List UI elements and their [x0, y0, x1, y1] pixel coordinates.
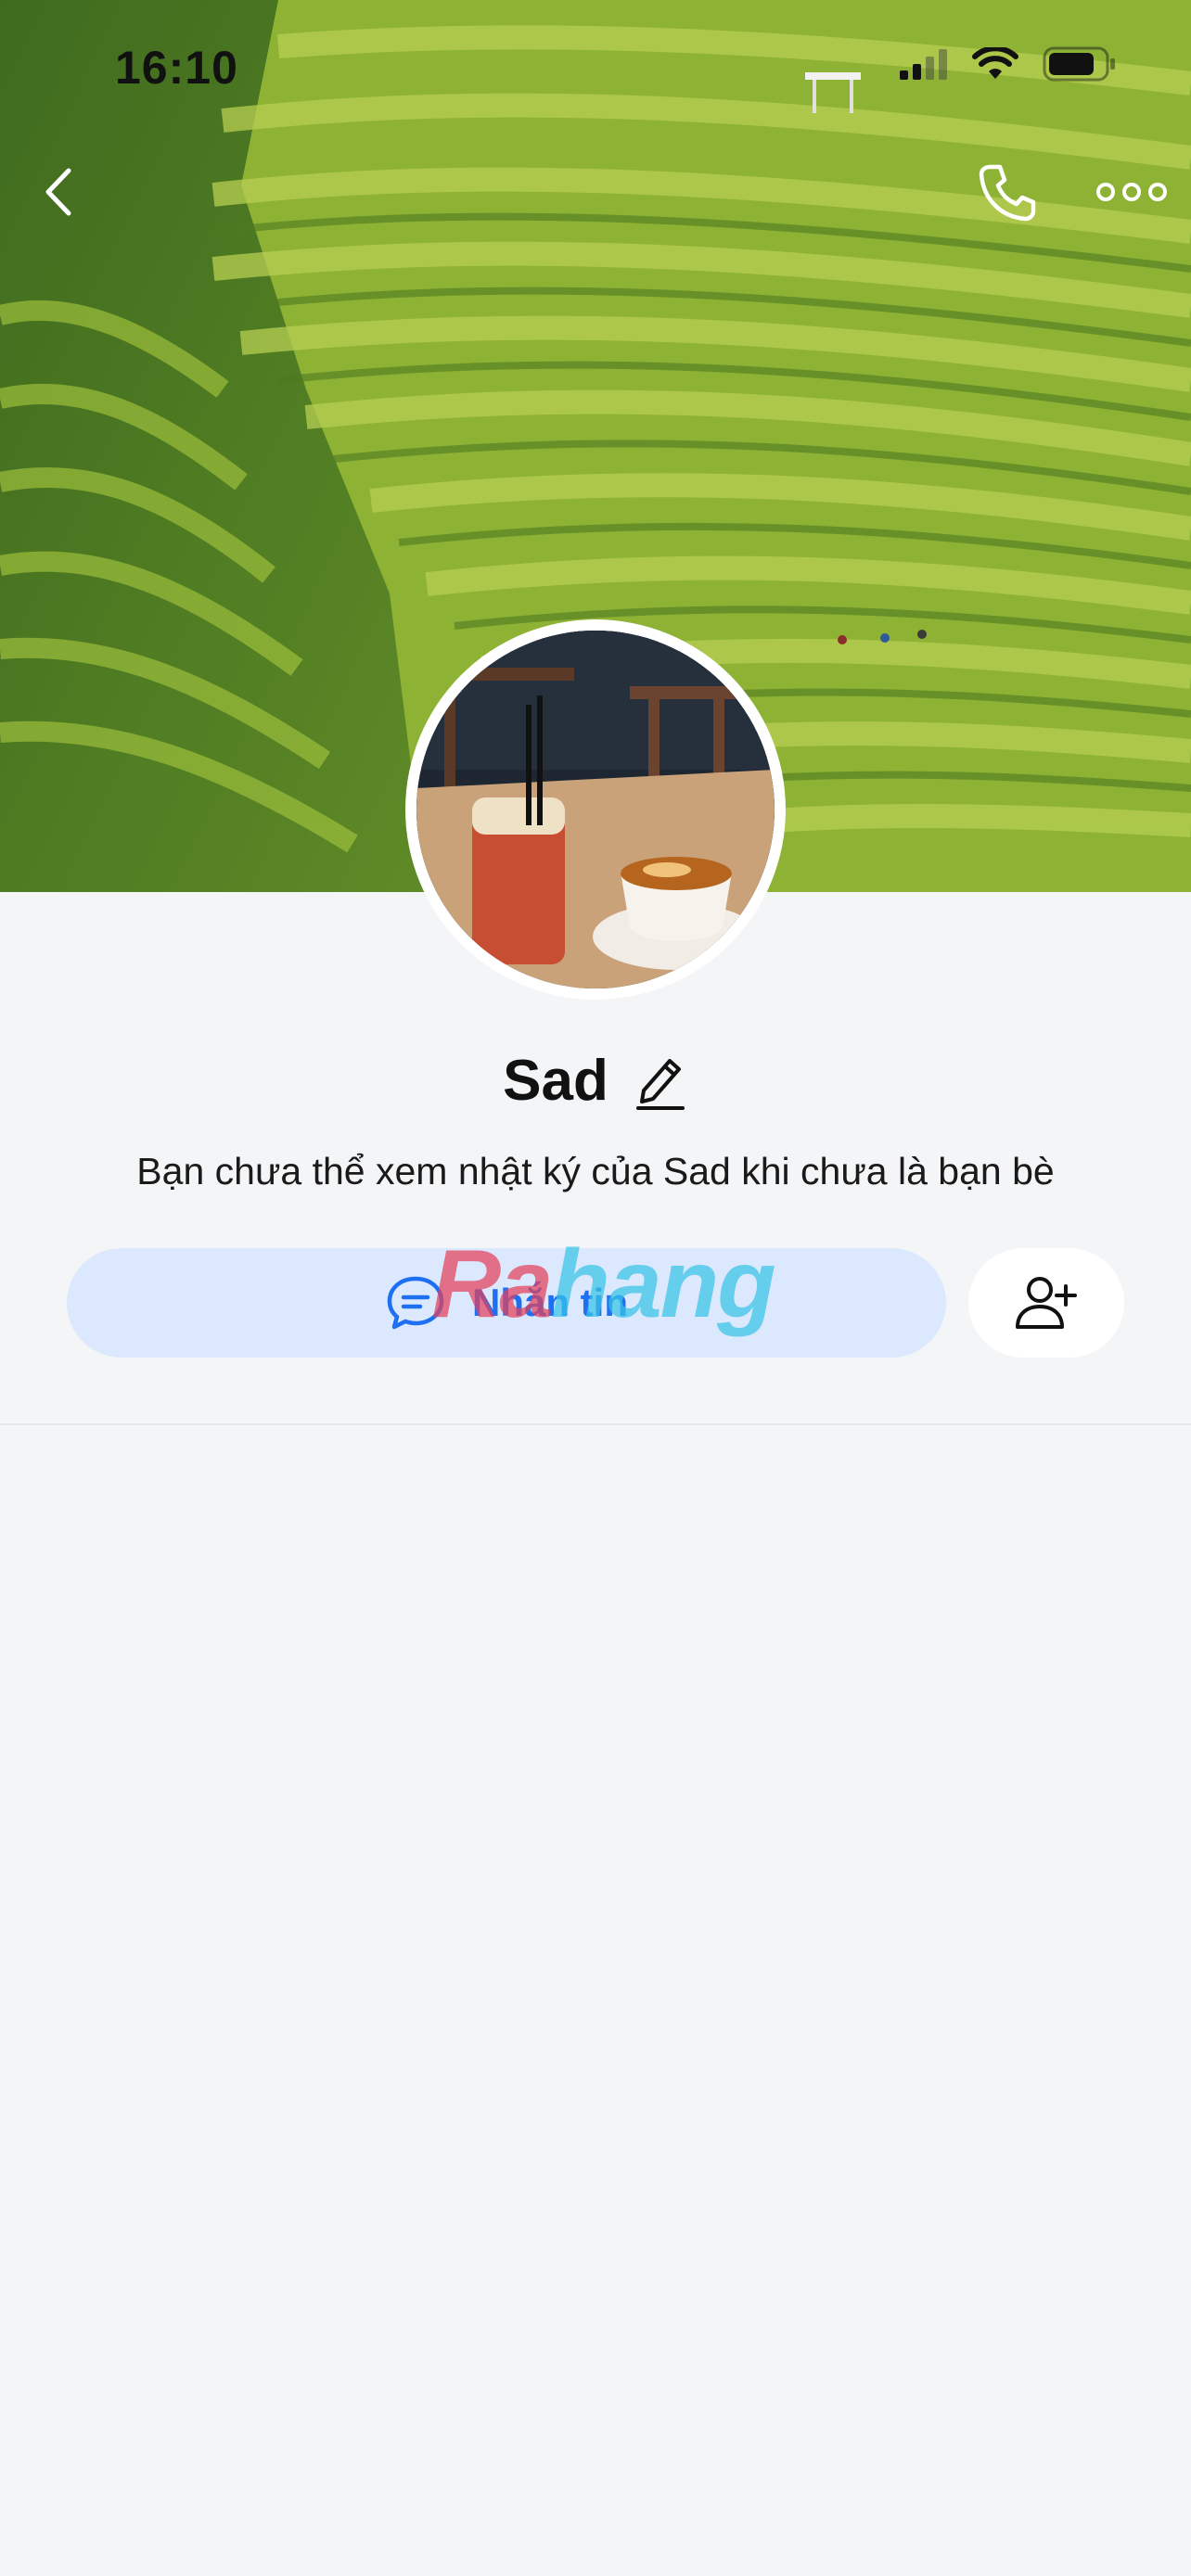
cellular-signal-icon: [900, 49, 947, 80]
call-button[interactable]: [974, 159, 1039, 224]
chevron-left-icon: [45, 168, 71, 216]
more-options-button[interactable]: [1095, 169, 1169, 215]
avatar-photo: [416, 631, 775, 988]
section-divider: [0, 1423, 1191, 1425]
add-friend-icon: [1016, 1277, 1077, 1329]
battery-icon: [1043, 46, 1115, 82]
chat-bubble-icon: [387, 1276, 444, 1330]
profile-avatar[interactable]: [405, 619, 786, 1000]
profile-name-row: Sad: [0, 1039, 1191, 1122]
phone-icon: [979, 164, 1036, 222]
more-dots-icon: [1096, 183, 1167, 201]
friend-restriction-notice: Bạn chưa thể xem nhật ký của Sad khi chư…: [136, 1150, 1055, 1192]
back-button[interactable]: [33, 159, 89, 224]
profile-screen: 16:10 Sad Bạn chưa thể xem nhật ký của S…: [0, 0, 1191, 2576]
send-message-label: Nhắn tin: [472, 1281, 628, 1324]
status-time: 16:10: [115, 42, 238, 94]
wifi-icon: [972, 47, 1018, 79]
pencil-icon[interactable]: [633, 1050, 688, 1111]
drinks-photo: [416, 631, 775, 988]
status-icons: [900, 46, 1117, 82]
profile-name: Sad: [503, 1048, 608, 1113]
send-message-button[interactable]: Nhắn tin: [67, 1248, 946, 1358]
add-friend-button[interactable]: [968, 1248, 1124, 1358]
status-bar: 16:10: [0, 0, 1191, 130]
